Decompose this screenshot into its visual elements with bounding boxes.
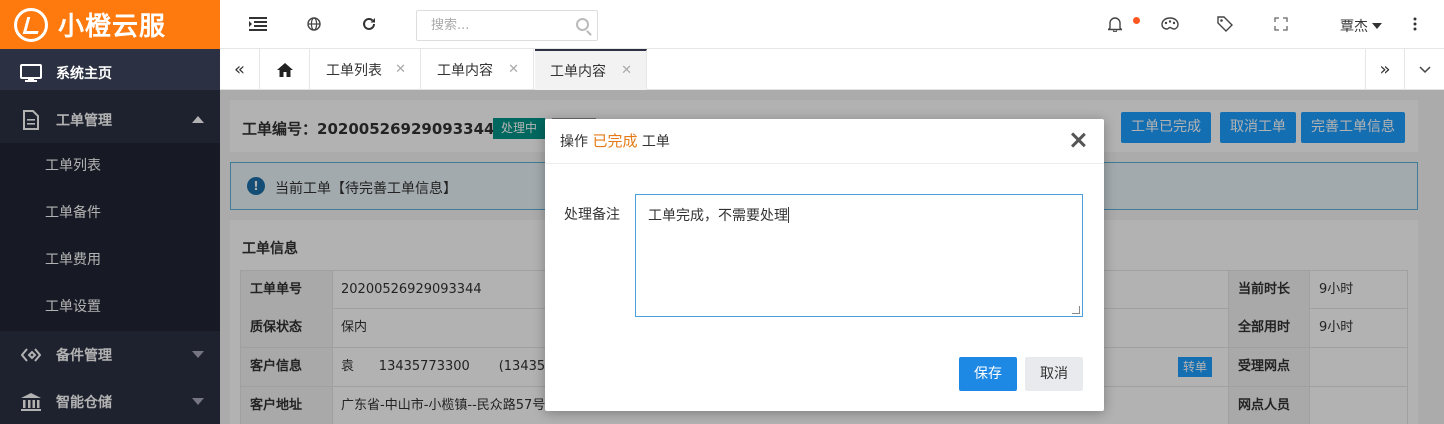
logo-icon xyxy=(14,7,48,42)
close-icon[interactable]: ✕ xyxy=(621,63,632,78)
sidebar-item-home[interactable]: 系统主页 xyxy=(0,49,220,96)
close-icon[interactable] xyxy=(1070,132,1086,148)
home-icon xyxy=(276,62,293,77)
sidebar-item-label: 系统主页 xyxy=(56,65,112,82)
tab-order-content[interactable]: 工单内容 ✕ xyxy=(422,49,534,90)
globe-icon[interactable] xyxy=(304,14,324,34)
fullscreen-icon[interactable] xyxy=(1271,14,1291,34)
palette-icon[interactable] xyxy=(1160,14,1180,34)
close-icon[interactable]: ✕ xyxy=(395,62,406,77)
remark-value: 工单完成，不需要处理 xyxy=(648,208,788,224)
search-icon[interactable] xyxy=(576,18,589,31)
search-input[interactable]: 搜索... xyxy=(416,10,598,41)
cancel-button[interactable]: 取消 xyxy=(1025,357,1083,391)
dialog-title: 操作 已完成 工单 xyxy=(545,119,1104,164)
tab-home[interactable] xyxy=(260,49,310,90)
tag-icon[interactable] xyxy=(1215,14,1235,34)
tabs-scroll-left-icon[interactable]: « xyxy=(220,49,260,90)
save-button[interactable]: 保存 xyxy=(959,357,1017,391)
complete-order-dialog: 操作 已完成 工单 处理备注 工单完成，不需要处理 保存 取消 xyxy=(545,119,1104,411)
close-icon[interactable]: ✕ xyxy=(508,62,519,77)
remark-textarea[interactable]: 工单完成，不需要处理 xyxy=(635,194,1083,317)
notification-dot xyxy=(1133,17,1140,24)
menu-collapse-icon[interactable] xyxy=(248,14,268,34)
user-menu[interactable]: 覃杰 xyxy=(1340,16,1382,36)
dialog-title-prefix: 操作 xyxy=(560,134,588,150)
text-cursor xyxy=(788,207,789,223)
dialog-title-action: 已完成 xyxy=(592,132,638,150)
more-icon[interactable] xyxy=(1405,14,1425,34)
tabs-scroll-right-icon[interactable]: » xyxy=(1365,49,1405,90)
tab-label: 工单内容 xyxy=(550,63,606,80)
monitor-icon xyxy=(20,63,42,83)
tab-label: 工单列表 xyxy=(326,62,382,79)
bell-icon[interactable] xyxy=(1105,14,1125,34)
top-bar: 搜索... 覃杰 xyxy=(220,0,1444,49)
tab-bar: « 工单列表 ✕ 工单内容 ✕ 工单内容 ✕ » xyxy=(220,49,1444,90)
refresh-icon[interactable] xyxy=(359,14,379,34)
brand-name: 小橙云服 xyxy=(58,12,167,42)
brand-logo[interactable]: 小橙云服 xyxy=(0,0,220,49)
resize-handle-icon[interactable] xyxy=(1072,306,1080,314)
search-placeholder: 搜索... xyxy=(431,18,470,33)
tabs-dropdown-icon[interactable] xyxy=(1406,49,1444,90)
dialog-title-suffix: 工单 xyxy=(641,134,670,150)
tab-label: 工单内容 xyxy=(437,62,493,79)
remark-label: 处理备注 xyxy=(564,207,620,223)
tab-order-list[interactable]: 工单列表 ✕ xyxy=(311,49,421,90)
tab-order-content-active[interactable]: 工单内容 ✕ xyxy=(535,49,647,90)
